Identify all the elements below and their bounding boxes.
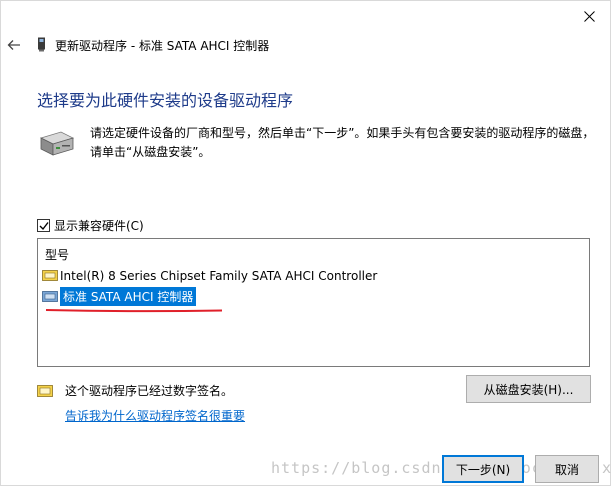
hardware-drive-icon [39,131,75,156]
checkbox-box[interactable] [37,219,50,232]
device-driver-icon [42,291,58,302]
instruction-text: 请选定硬件设备的厂商和型号，然后单击“下一步”。如果手头有包含要安装的驱动程序的… [90,126,595,159]
signature-status-text: 这个驱动程序已经过数字签名。 [65,384,234,398]
have-disk-button[interactable]: 从磁盘安装(H)... [466,375,591,403]
page-heading: 选择要为此硬件安装的设备驱动程序 [37,91,294,110]
back-arrow-icon [7,40,20,50]
signing-info-link[interactable]: 告诉我为什么驱动程序签名很重要 [65,407,245,424]
back-button[interactable] [3,34,25,56]
device-icon [38,37,45,52]
window-title: 更新驱动程序 - 标准 SATA AHCI 控制器 [55,39,270,53]
close-icon [583,10,595,22]
list-header: 型号 [45,248,70,262]
driver-update-window: 更新驱动程序 - 标准 SATA AHCI 控制器 选择要为此硬件安装的设备驱动… [0,0,611,486]
close-button[interactable] [566,1,611,31]
title-bar: 更新驱动程序 - 标准 SATA AHCI 控制器 [1,1,611,53]
model-listbox[interactable]: 型号 Intel(R) 8 Series Chipset Family SATA… [37,238,590,367]
device-driver-icon [42,270,58,281]
signed-driver-icon [37,385,53,397]
list-item-label: 标准 SATA AHCI 控制器 [60,287,197,306]
list-item-selected[interactable]: 标准 SATA AHCI 控制器 [42,287,197,306]
checkmark-icon [39,221,49,230]
list-item[interactable]: Intel(R) 8 Series Chipset Family SATA AH… [42,266,377,285]
annotation-underline [45,309,223,313]
checkbox-label: 显示兼容硬件(C) [54,219,144,233]
compatible-hardware-checkbox[interactable]: 显示兼容硬件(C) [37,217,144,234]
next-button[interactable]: 下一步(N) [442,455,524,483]
list-item-label: Intel(R) 8 Series Chipset Family SATA AH… [60,268,378,283]
cancel-button[interactable]: 取消 [535,455,599,483]
